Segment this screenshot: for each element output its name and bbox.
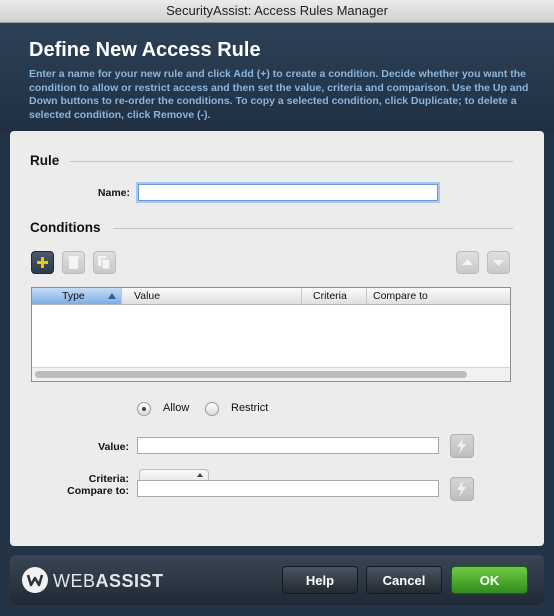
access-rules-window: SecurityAssist: Access Rules Manager Def… <box>0 0 554 616</box>
conditions-section-title: Conditions <box>30 220 101 235</box>
column-header-type[interactable]: Type <box>32 288 122 304</box>
restrict-radio[interactable] <box>205 402 219 416</box>
sort-ascending-icon <box>108 293 116 299</box>
allow-radio[interactable] <box>137 402 151 416</box>
column-header-compare-to[interactable]: Compare to <box>367 288 510 304</box>
dialog-description: Enter a name for your new rule and click… <box>29 68 529 121</box>
webassist-logo-text: WEBASSIST <box>53 571 164 591</box>
copy-icon <box>98 256 111 270</box>
scrollbar-thumb[interactable] <box>35 371 467 378</box>
remove-condition-button[interactable] <box>62 251 85 274</box>
conditions-divider <box>113 228 513 229</box>
arrow-down-icon <box>493 260 504 266</box>
value-server-behavior-button[interactable] <box>450 434 474 458</box>
conditions-table[interactable]: Type Value Criteria Compare to <box>31 287 511 382</box>
compare-server-behavior-button[interactable] <box>450 477 474 501</box>
value-label: Value: <box>98 441 129 453</box>
window-title: SecurityAssist: Access Rules Manager <box>0 0 554 23</box>
restrict-label: Restrict <box>231 402 269 414</box>
column-header-criteria[interactable]: Criteria <box>302 288 367 304</box>
value-input[interactable] <box>137 437 439 454</box>
allow-label: Allow <box>163 402 190 414</box>
move-down-button[interactable] <box>487 251 510 274</box>
table-header: Type Value Criteria Compare to <box>32 288 510 305</box>
column-header-value[interactable]: Value <box>122 288 302 304</box>
compare-to-input[interactable] <box>137 480 439 497</box>
criteria-select[interactable] <box>139 469 209 480</box>
move-up-button[interactable] <box>456 251 479 274</box>
name-label: Name: <box>97 187 130 199</box>
criteria-label: Criteria: <box>88 473 129 485</box>
dialog-title: Define New Access Rule <box>29 39 261 61</box>
duplicate-condition-button[interactable] <box>93 251 116 274</box>
dialog-header: Define New Access Rule Enter a name for … <box>0 23 554 133</box>
lightning-bolt-icon <box>457 481 466 497</box>
add-condition-button[interactable] <box>31 251 54 274</box>
dialog-footer: WEBASSIST Help Cancel OK <box>10 555 544 605</box>
rule-divider <box>70 161 513 162</box>
webassist-logo-icon <box>22 567 48 593</box>
help-button[interactable]: Help <box>282 566 358 594</box>
table-horizontal-scrollbar[interactable] <box>32 367 510 381</box>
cancel-button[interactable]: Cancel <box>366 566 442 594</box>
name-input[interactable] <box>138 184 438 201</box>
trash-icon <box>68 256 79 269</box>
rule-section-title: Rule <box>30 153 60 168</box>
ok-button[interactable]: OK <box>451 566 528 594</box>
compare-to-label: Compare to: <box>67 485 129 497</box>
plus-icon <box>37 257 48 268</box>
chevron-up-icon <box>197 473 203 477</box>
lightning-bolt-icon <box>457 438 466 454</box>
arrow-up-icon <box>462 259 473 265</box>
